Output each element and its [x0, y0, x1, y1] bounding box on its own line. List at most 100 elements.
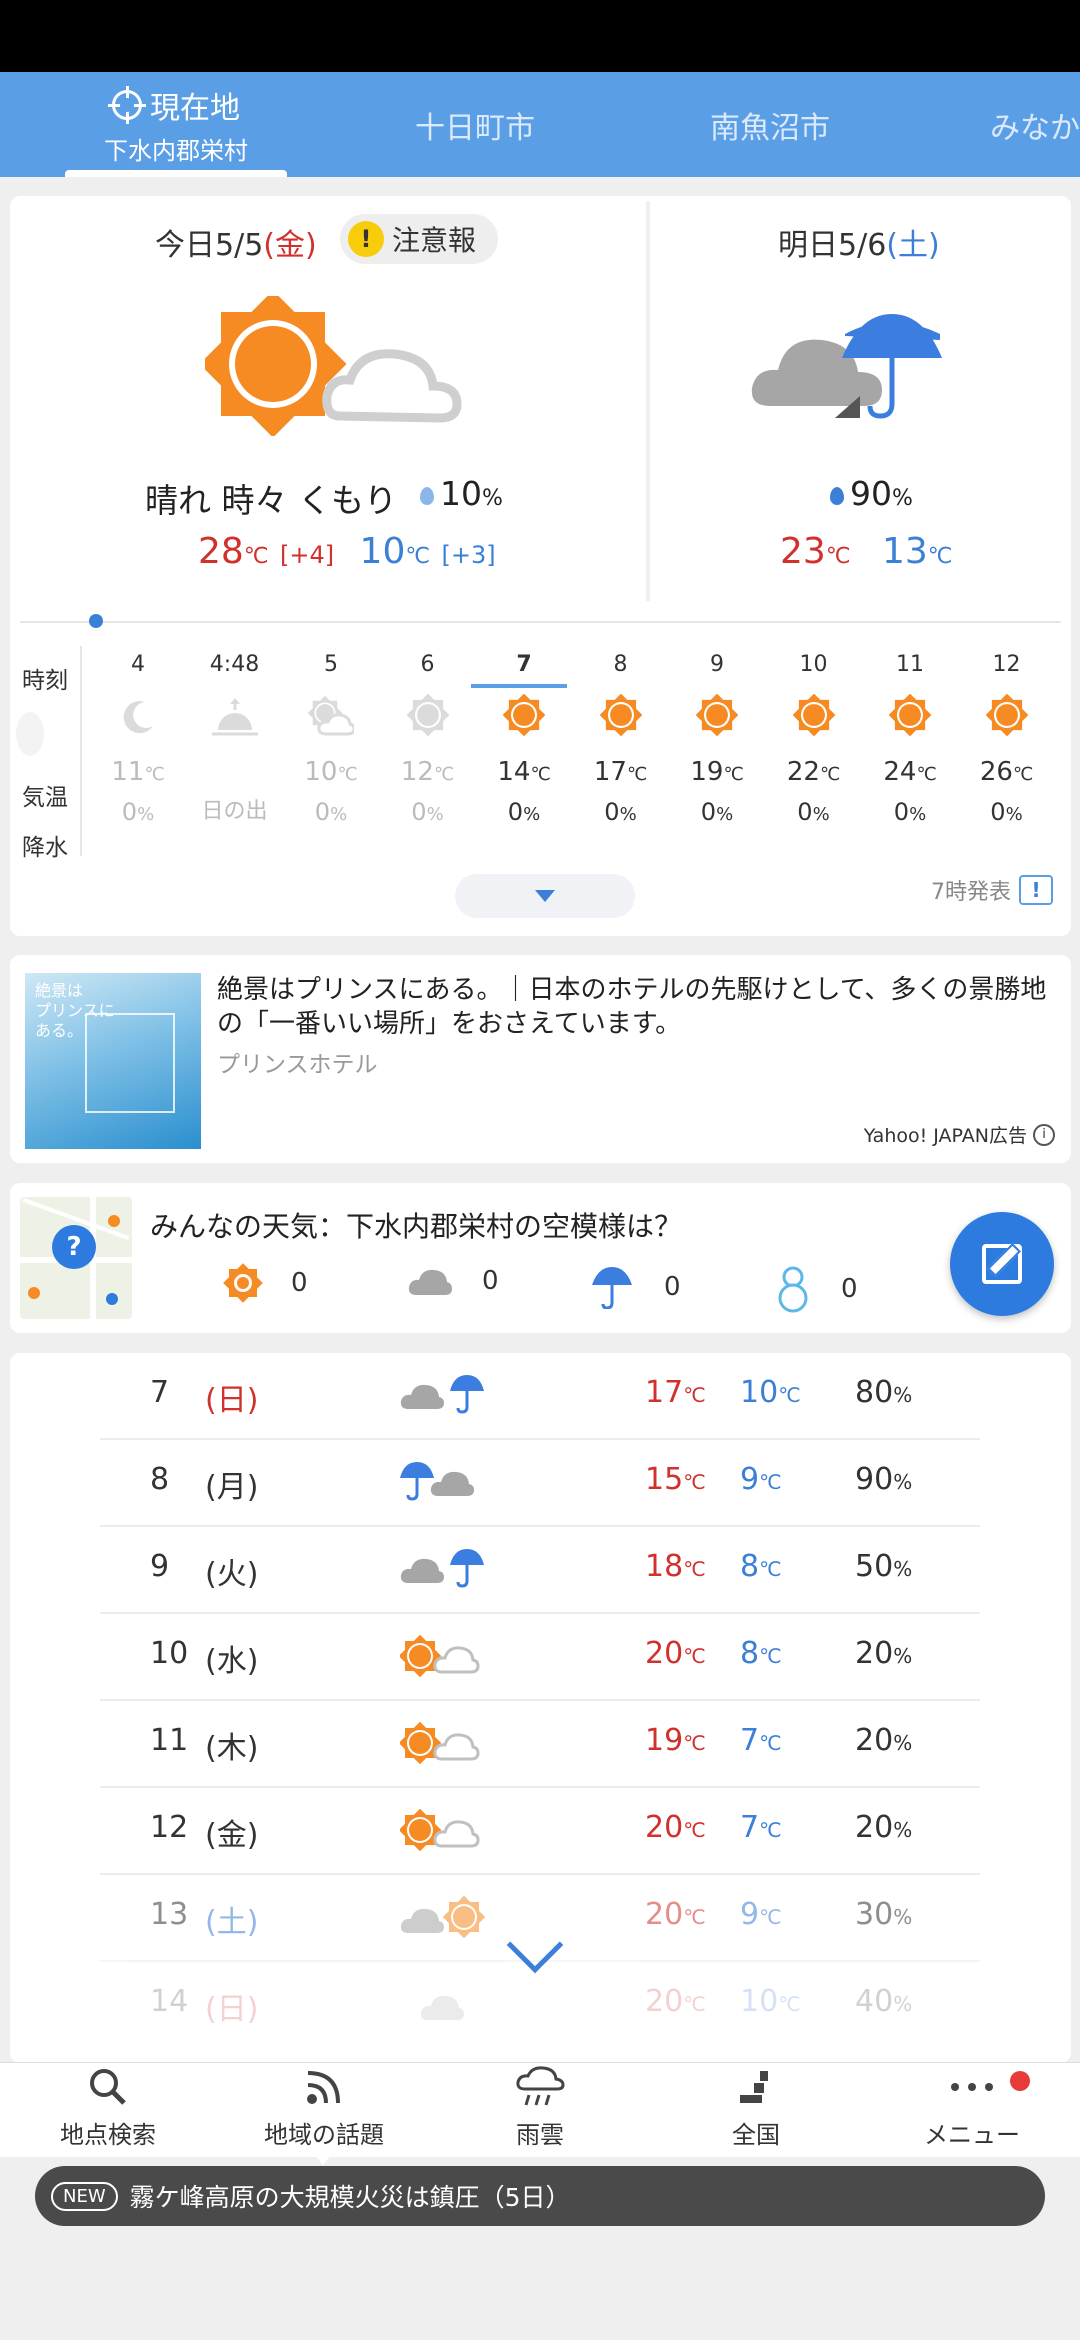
high-temp: 19℃ [645, 1723, 706, 1758]
bottom-nav: 地点検索 地域の話題 雨雲 全国 メニュー [0, 2062, 1080, 2157]
hour-temp [187, 752, 283, 792]
tab-minamiuonuma[interactable]: 南魚沼市 [680, 72, 860, 177]
ad-card[interactable]: 絶景は プリンスに ある。 絶景はプリンスにある。｜日本のホテルの先駆けとして、多く… [10, 955, 1071, 1163]
ad-image-window [85, 1013, 175, 1113]
tomorrow-heading: 明日5/6(土) [778, 220, 940, 264]
cloud-icon [408, 1269, 452, 1295]
ad-title[interactable]: 絶景はプリンスにある。｜日本のホテルの先駆けとして、多くの景勝地の「一番いい場所… [217, 973, 1057, 1041]
rain-cloud-icon [515, 2065, 565, 2109]
low-temp: 8℃ [740, 1549, 782, 1584]
weekday: (木) [205, 1731, 259, 1766]
hour-label: 4 [131, 652, 145, 677]
hour-label: 7 [516, 652, 532, 677]
temp-row-label: 気温 [22, 785, 68, 811]
post-weather-button[interactable] [950, 1212, 1054, 1316]
today-rain: 10% [420, 474, 503, 513]
warning-badge[interactable]: ! 注意報 [340, 214, 499, 264]
nav-local-topics[interactable]: 地域の話題 [216, 2063, 432, 2158]
hour-label: 11 [896, 652, 924, 677]
hour-column: 7 14℃ 0% [476, 648, 572, 832]
hour-label: 10 [799, 652, 828, 677]
news-ticker[interactable]: NEW 霧ケ峰高原の大規模火災は鎮圧（5日） [35, 2166, 1045, 2226]
tab-tokamachi[interactable]: 十日町市 [380, 72, 570, 177]
nav-rain-clouds[interactable]: 雨雲 [432, 2063, 648, 2158]
weekly-row[interactable]: 12 (金) 20℃ 7℃ 20% [100, 1788, 980, 1875]
sun-cloud-icon [398, 1632, 496, 1686]
sun-cloud-icon [398, 1719, 496, 1773]
today-high: 28 [198, 531, 244, 572]
new-tag: NEW [51, 2181, 118, 2211]
hour-label: 5 [324, 652, 338, 677]
cloud-icon [400, 1980, 496, 2034]
nav-menu[interactable]: メニュー [864, 2063, 1080, 2158]
hour-label: 4:48 [209, 652, 260, 677]
today-condition: 晴れ 時々 くもり [145, 481, 397, 520]
community-weather-card[interactable]: ? みんなの天気：下水内郡栄村の空模様は？ 0 0 0 0 [10, 1183, 1071, 1333]
divider [646, 201, 650, 601]
community-rain: 0 [590, 1265, 681, 1309]
sunrise-icon [187, 682, 283, 752]
sun-icon [766, 682, 862, 752]
hour-temp: 12℃ [400, 757, 455, 787]
hour-label: 9 [710, 652, 724, 677]
unit: ℃ [405, 544, 431, 569]
rain-row-label: 降水 [22, 835, 68, 861]
umbrella-icon [592, 1267, 632, 1309]
map-thumbnail: ? [20, 1197, 132, 1319]
hour-column: 10 22℃ 0% [766, 648, 862, 832]
weekly-row[interactable]: 9 (火) 18℃ 8℃ 50% [100, 1527, 980, 1614]
ad-advertiser: プリンスホテル [217, 1052, 378, 1078]
tab-minakami[interactable]: みなか [990, 72, 1080, 177]
location-crosshair-icon [108, 86, 146, 124]
cloud-rain-icon [400, 1545, 496, 1599]
unit: ℃ [927, 544, 953, 569]
weekly-row[interactable]: 8 (月) 15℃ 9℃ 90% [100, 1440, 980, 1527]
tomorrow-rain-value: 90 [850, 474, 892, 513]
weekly-row[interactable]: 14 (日) 20℃ 10℃ 40% [100, 1962, 980, 2049]
rain-chance: 20% [855, 1636, 913, 1671]
community-title: みんなの天気：下水内郡栄村の空模様は？ [150, 1210, 683, 1243]
sun-cloud-icon [205, 296, 462, 436]
sun-icon [862, 682, 958, 752]
low-temp: 7℃ [740, 1723, 782, 1758]
hour-rain: 日の出 [201, 799, 268, 824]
hour-label: 12 [992, 652, 1021, 677]
nav-nationwide[interactable]: 全国 [648, 2063, 864, 2158]
today-low-diff: [+3] [441, 541, 496, 569]
hour-label: 6 [420, 652, 435, 677]
snowman-icon [778, 1266, 808, 1313]
time-row-label: 時刻 [22, 668, 68, 694]
high-temp: 20℃ [645, 1897, 706, 1932]
pct-unit: % [892, 486, 913, 511]
weekly-row[interactable]: 11 (木) 19℃ 7℃ 20% [100, 1701, 980, 1788]
high-temp: 20℃ [645, 1984, 706, 2019]
rss-icon [304, 2065, 344, 2109]
sun-icon [573, 682, 669, 752]
weekday: (金) [205, 1818, 259, 1853]
ad-footer[interactable]: Yahoo! JAPAN広告 i [864, 1121, 1055, 1148]
community-sunny: 0 [223, 1263, 308, 1303]
tab-current-location[interactable]: 現在地 下水内郡栄村 [65, 72, 287, 177]
nav-search[interactable]: 地点検索 [0, 2063, 216, 2158]
weekday: (日) [205, 1383, 259, 1418]
report-icon: ! [1019, 875, 1053, 905]
ad-image[interactable]: 絶景は プリンスに ある。 [25, 973, 201, 1149]
question-pin-icon: ? [52, 1225, 96, 1269]
community-cloudy: 0 [408, 1265, 499, 1297]
rain-chance: 20% [855, 1723, 913, 1758]
tomorrow-rain: 90% [830, 474, 913, 513]
sun-cloud-icon [398, 1806, 496, 1860]
low-temp: 10℃ [740, 1984, 801, 2019]
today-temps: 28℃ [+4] 10℃ [+3] [198, 531, 496, 572]
expand-hourly-button[interactable] [455, 874, 635, 918]
weekly-row[interactable]: 7 (日) 17℃ 10℃ 80% [100, 1353, 980, 1440]
hour-column: 5 10℃ 0% [283, 648, 379, 832]
today-high-diff: [+4] [279, 541, 335, 569]
high-temp: 18℃ [645, 1549, 706, 1584]
weekday: (火) [205, 1557, 259, 1592]
moon-icon [90, 682, 186, 752]
high-temp: 17℃ [645, 1375, 706, 1410]
issued-time[interactable]: 7時発表! [931, 874, 1053, 906]
hour-rain: 0% [893, 798, 927, 826]
weekly-row[interactable]: 10 (水) 20℃ 8℃ 20% [100, 1614, 980, 1701]
